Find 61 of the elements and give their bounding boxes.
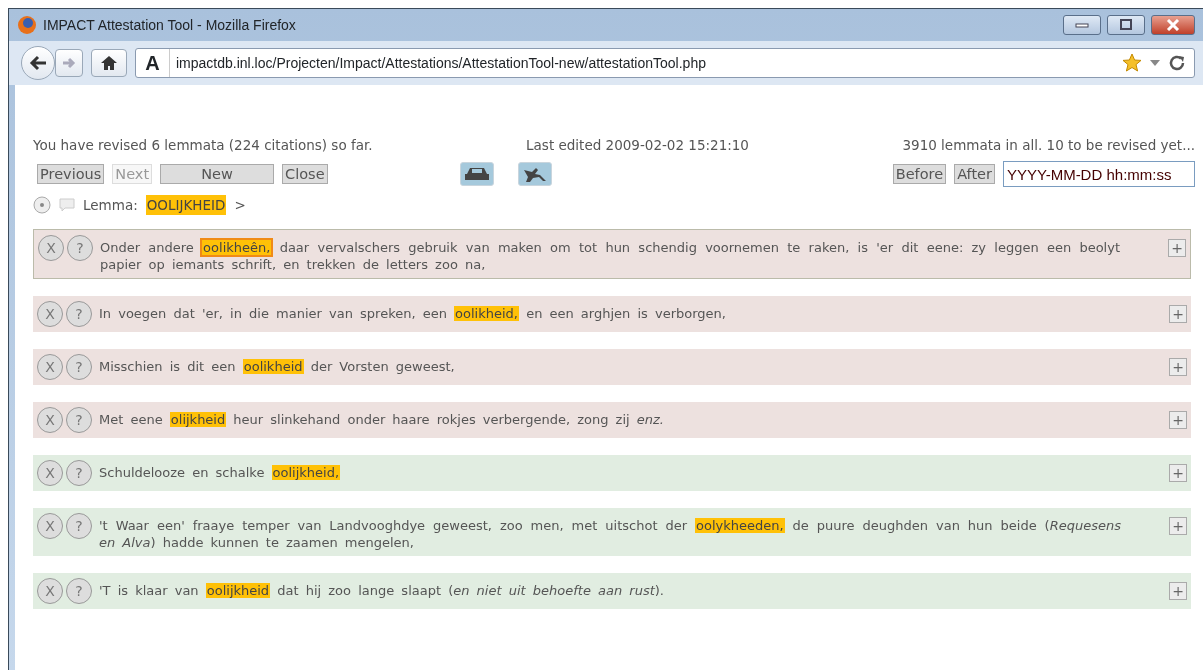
nav-button[interactable]: Previous xyxy=(37,164,105,185)
expand-button[interactable]: + xyxy=(1169,411,1187,430)
question-button[interactable]: ? xyxy=(66,301,92,328)
browser-logo-icon xyxy=(17,15,37,35)
close-button[interactable] xyxy=(1151,15,1195,35)
expand-button[interactable]: + xyxy=(1168,239,1186,258)
question-button[interactable]: ? xyxy=(66,460,92,487)
car-button[interactable] xyxy=(459,162,494,187)
question-button[interactable]: ? xyxy=(67,235,93,262)
expand-button[interactable]: + xyxy=(1169,517,1187,536)
reject-button[interactable]: X xyxy=(38,235,64,262)
close-icon xyxy=(1166,19,1180,31)
radio-icon[interactable] xyxy=(33,196,51,215)
maximize-icon xyxy=(1119,19,1133,31)
date-filter-button[interactable]: Before xyxy=(892,164,947,185)
reject-button[interactable]: X xyxy=(37,301,63,328)
star-icon[interactable] xyxy=(1122,53,1142,73)
reject-button[interactable]: X xyxy=(37,407,63,434)
last-edited-text: Last edited 2009-02-02 15:21:10 xyxy=(526,136,749,155)
question-button[interactable]: ? xyxy=(66,354,92,381)
reject-button[interactable]: X xyxy=(37,578,63,605)
home-icon xyxy=(100,55,118,71)
totals-summary: 3910 lemmata in all. 10 to be revised yet... xyxy=(902,136,1195,155)
back-button[interactable] xyxy=(21,46,55,80)
lemma-label: Lemma: xyxy=(83,196,138,216)
expand-button[interactable]: + xyxy=(1169,582,1187,601)
minimize-icon xyxy=(1075,22,1089,28)
address-bar[interactable]: A impactdb.inl.loc/Projecten/Impact/Attestations/AttestationTool-new/attestationTool.php xyxy=(135,48,1195,78)
question-button[interactable]: ? xyxy=(66,407,92,434)
revised-summary: You have revised 6 lemmata (224 citations) so far. xyxy=(33,136,373,155)
reject-button[interactable]: X xyxy=(37,460,63,487)
forward-arrow-icon xyxy=(62,56,76,70)
window-title: IMPACT Attestation Tool - Mozilla Firefox xyxy=(43,15,296,35)
reload-icon[interactable] xyxy=(1168,54,1186,72)
expand-button[interactable]: + xyxy=(1169,464,1187,483)
nav-button[interactable]: New xyxy=(160,164,275,185)
question-button[interactable]: ? xyxy=(66,578,92,605)
citation-text: Met eene olijkheid heur slinkehand onder haare rokjes verbergende, zong zij enz. xyxy=(99,411,665,429)
back-arrow-icon xyxy=(29,55,47,71)
site-identity-button[interactable]: A xyxy=(136,49,170,77)
reject-button[interactable]: X xyxy=(37,513,63,540)
expand-button[interactable]: + xyxy=(1169,358,1187,377)
car-icon xyxy=(463,166,490,183)
minimize-button[interactable] xyxy=(1063,15,1101,35)
reject-button[interactable]: X xyxy=(37,354,63,381)
date-field[interactable]: YYYY-MM-DD hh:mm:ss xyxy=(1003,161,1195,188)
home-button[interactable] xyxy=(91,49,127,77)
dropdown-arrow-icon[interactable] xyxy=(1150,60,1160,66)
citation-text: Onder andere oolikheên, daar vervalschers gebruik van maken om tot hun schendig voornemen te raken, is 'er dit eene: zy leggen een beolyt papier op iemants schrift, en trekken de letters zoo na, xyxy=(100,239,1120,274)
citation-text: 'T is klaar van oolijkheid dat hij zoo lange slaapt (en niet uit behoefte aan rust). xyxy=(99,582,665,600)
lemma-value: OOLIJKHEID xyxy=(145,195,227,216)
citation-text: Misschien is dit een oolikheid der Vorsten geweest, xyxy=(99,358,456,376)
citation-text: Schuldelooze en schalke oolijkheid, xyxy=(99,464,342,482)
question-button[interactable]: ? xyxy=(66,513,92,540)
maximize-button[interactable] xyxy=(1107,15,1145,35)
expand-button[interactable]: + xyxy=(1169,305,1187,324)
nav-button[interactable]: Close xyxy=(282,164,328,185)
lemma-arrow[interactable]: > xyxy=(234,195,246,216)
citation-text: In voegen dat 'er, in die manier van spreken, een oolikheid, en een arghjen is verborgen, xyxy=(99,305,727,323)
citation-text: 't Waar een' fraaye temper van Landvooghdye geweest, zoo men, met uitschot der oolykheeden, de puure deughden van hun beide (Requesens en Alva) hadde kunnen te zaamen mengelen, xyxy=(99,517,1121,552)
date-filter-button[interactable]: After xyxy=(954,164,995,185)
